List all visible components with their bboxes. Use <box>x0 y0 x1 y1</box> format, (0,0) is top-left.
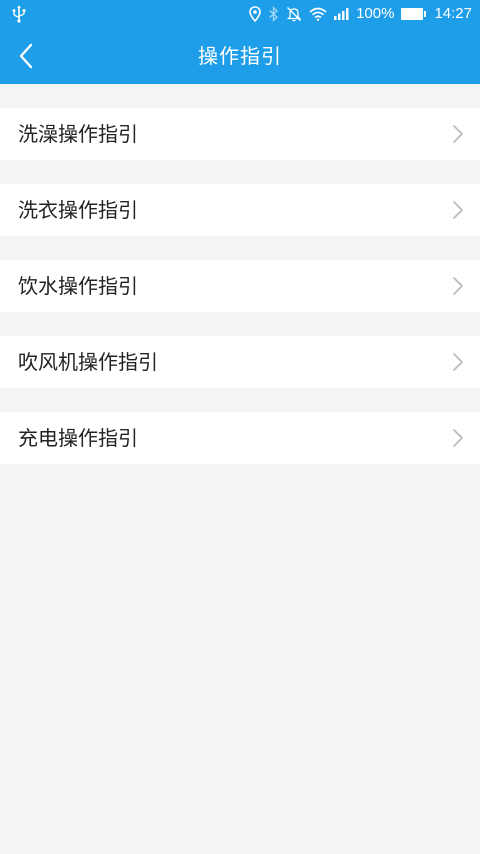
chevron-right-icon <box>453 201 463 219</box>
battery-percent: 100% <box>356 5 395 22</box>
list-item-label: 洗澡操作指引 <box>18 122 138 146</box>
list-item-drinking-water-guide[interactable]: 饮水操作指引 <box>0 260 480 312</box>
chevron-right-icon <box>453 125 463 143</box>
list-item-hair-dryer-guide[interactable]: 吹风机操作指引 <box>0 336 480 388</box>
list-item-label: 充电操作指引 <box>18 426 138 450</box>
battery-icon <box>401 8 427 20</box>
usb-icon <box>12 5 26 23</box>
app-bar: 操作指引 <box>0 28 480 84</box>
page-title: 操作指引 <box>198 44 282 68</box>
location-icon <box>249 6 261 22</box>
chevron-right-icon <box>453 429 463 447</box>
status-bar: 100% 14:27 <box>0 0 480 28</box>
bluetooth-icon <box>268 6 279 22</box>
list-item-shower-guide[interactable]: 洗澡操作指引 <box>0 108 480 160</box>
signal-icon <box>334 8 349 20</box>
guide-list: 洗澡操作指引 洗衣操作指引 饮水操作指引 吹风机操作指引 充电操作指引 <box>0 108 480 488</box>
list-item-laundry-guide[interactable]: 洗衣操作指引 <box>0 184 480 236</box>
list-item-label: 吹风机操作指引 <box>18 350 158 374</box>
status-time: 14:27 <box>434 5 472 22</box>
wifi-icon <box>309 7 327 21</box>
chevron-right-icon <box>453 353 463 371</box>
chevron-right-icon <box>453 277 463 295</box>
list-item-charging-guide[interactable]: 充电操作指引 <box>0 412 480 464</box>
list-item-label: 洗衣操作指引 <box>18 198 138 222</box>
list-item-label: 饮水操作指引 <box>18 274 138 298</box>
mute-icon <box>286 6 302 22</box>
